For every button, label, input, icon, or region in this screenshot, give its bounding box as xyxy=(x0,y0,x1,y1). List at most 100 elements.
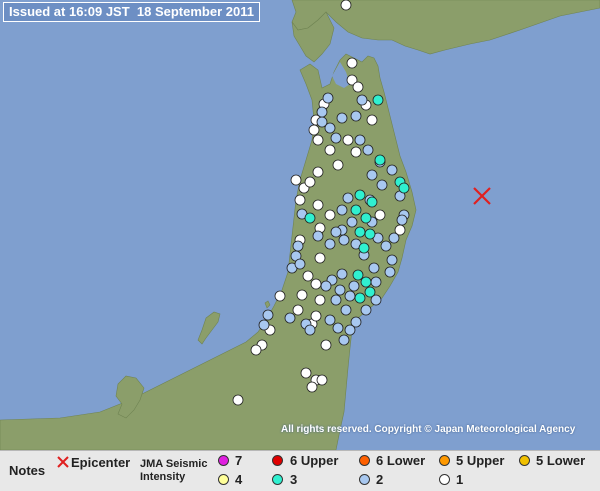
intensity-5-lower-swatch xyxy=(519,455,530,466)
intensity-2-station xyxy=(336,112,348,124)
intensity-2-station xyxy=(292,240,304,252)
intensity-3-station xyxy=(374,154,386,166)
intensity-3-station xyxy=(372,94,384,106)
intensity-2-station xyxy=(388,232,400,244)
intensity-2-station xyxy=(320,280,332,292)
intensity-1-station xyxy=(306,381,318,393)
intensity-6-lower-swatch xyxy=(359,455,370,466)
intensity-1-station xyxy=(312,199,324,211)
intensity-1-swatch xyxy=(439,474,450,485)
intensity-2-station xyxy=(366,169,378,181)
issued-timestamp: Issued at 16:09 JST 18 September 2011 xyxy=(3,2,260,22)
copyright-notice: All rights reserved. Copyright © Japan M… xyxy=(281,424,576,435)
epicenter-legend-icon xyxy=(57,456,69,468)
intensity-3-station xyxy=(350,204,362,216)
intensity-1-station xyxy=(342,134,354,146)
intensity-1-station xyxy=(324,144,336,156)
intensity-2-station xyxy=(368,262,380,274)
intensity-1-station xyxy=(352,81,364,93)
intensity-2-station xyxy=(316,116,328,128)
intensity-2-station xyxy=(330,226,342,238)
intensity-2-station xyxy=(348,280,360,292)
intensity-1-station xyxy=(314,294,326,306)
intensity-6-lower-label: 6 Lower xyxy=(376,453,426,468)
intensity-3-station xyxy=(366,196,378,208)
intensity-2-station xyxy=(386,164,398,176)
intensity-1-station xyxy=(320,339,332,351)
legend-notes-label: Notes xyxy=(9,463,46,478)
legend-scale-subtitle: Intensity xyxy=(140,471,186,483)
intensity-1-station xyxy=(340,0,352,11)
intensity-1-label: 1 xyxy=(456,472,464,487)
intensity-2-station xyxy=(304,324,316,336)
intensity-4-label: 4 xyxy=(235,472,243,487)
intensity-7-label: 7 xyxy=(235,453,243,468)
intensity-2-station xyxy=(262,309,274,321)
legend-epicenter-label: Epicenter xyxy=(71,455,131,470)
intensity-2-station xyxy=(336,204,348,216)
map-canvas[interactable] xyxy=(0,0,600,490)
intensity-5-upper-swatch xyxy=(439,455,450,466)
intensity-3-station xyxy=(398,182,410,194)
intensity-1-station xyxy=(350,146,362,158)
intensity-2-station xyxy=(322,92,334,104)
intensity-2-station xyxy=(294,258,306,270)
intensity-3-station xyxy=(360,212,372,224)
intensity-4-swatch xyxy=(218,474,229,485)
intensity-1-station xyxy=(308,124,320,136)
intensity-2-station xyxy=(338,234,350,246)
intensity-1-station xyxy=(232,394,244,406)
intensity-3-station xyxy=(364,286,376,298)
intensity-2-station xyxy=(370,276,382,288)
intensity-1-station xyxy=(294,194,306,206)
intensity-2-station xyxy=(354,134,366,146)
intensity-1-station xyxy=(374,209,386,221)
intensity-2-station xyxy=(384,266,396,278)
intensity-1-station xyxy=(300,367,312,379)
intensity-2-station xyxy=(332,322,344,334)
intensity-2-station xyxy=(336,268,348,280)
intensity-6-upper-label: 6 Upper xyxy=(290,453,339,468)
intensity-2-station xyxy=(350,110,362,122)
intensity-3-station xyxy=(360,276,372,288)
intensity-2-station xyxy=(346,216,358,228)
legend-scale-title: JMA Seismic xyxy=(140,458,208,470)
intensity-1-station xyxy=(292,304,304,316)
intensity-3-station xyxy=(354,189,366,201)
intensity-3-station xyxy=(358,242,370,254)
intensity-3-station xyxy=(364,228,376,240)
intensity-2-station xyxy=(396,214,408,226)
intensity-2-station xyxy=(338,334,350,346)
intensity-2-station xyxy=(344,324,356,336)
intensity-1-station xyxy=(302,270,314,282)
intensity-1-station xyxy=(274,290,286,302)
intensity-2-station xyxy=(376,179,388,191)
intensity-2-station xyxy=(330,294,342,306)
intensity-2-station xyxy=(316,106,328,118)
intensity-2-station xyxy=(324,314,336,326)
intensity-2-station xyxy=(312,230,324,242)
intensity-5-upper-label: 5 Upper xyxy=(456,453,505,468)
intensity-2-swatch xyxy=(359,474,370,485)
intensity-1-station xyxy=(310,278,322,290)
intensity-2-station xyxy=(356,94,368,106)
intensity-2-station xyxy=(284,312,296,324)
intensity-2-station xyxy=(330,132,342,144)
intensity-2-station xyxy=(344,290,356,302)
intensity-2-station xyxy=(386,254,398,266)
intensity-3-station xyxy=(352,269,364,281)
intensity-1-station xyxy=(366,114,378,126)
intensity-1-station xyxy=(332,159,344,171)
intensity-3-station xyxy=(354,226,366,238)
intensity-2-station xyxy=(324,238,336,250)
intensity-7-swatch xyxy=(218,455,229,466)
intensity-5-lower-label: 5 Lower xyxy=(536,453,586,468)
intensity-2-station xyxy=(360,304,372,316)
intensity-1-station xyxy=(296,289,308,301)
intensity-1-station xyxy=(314,252,326,264)
intensity-2-label: 2 xyxy=(376,472,384,487)
intensity-3-station xyxy=(354,292,366,304)
intensity-1-station xyxy=(312,134,324,146)
intensity-1-station xyxy=(346,57,358,69)
intensity-3-station xyxy=(304,212,316,224)
